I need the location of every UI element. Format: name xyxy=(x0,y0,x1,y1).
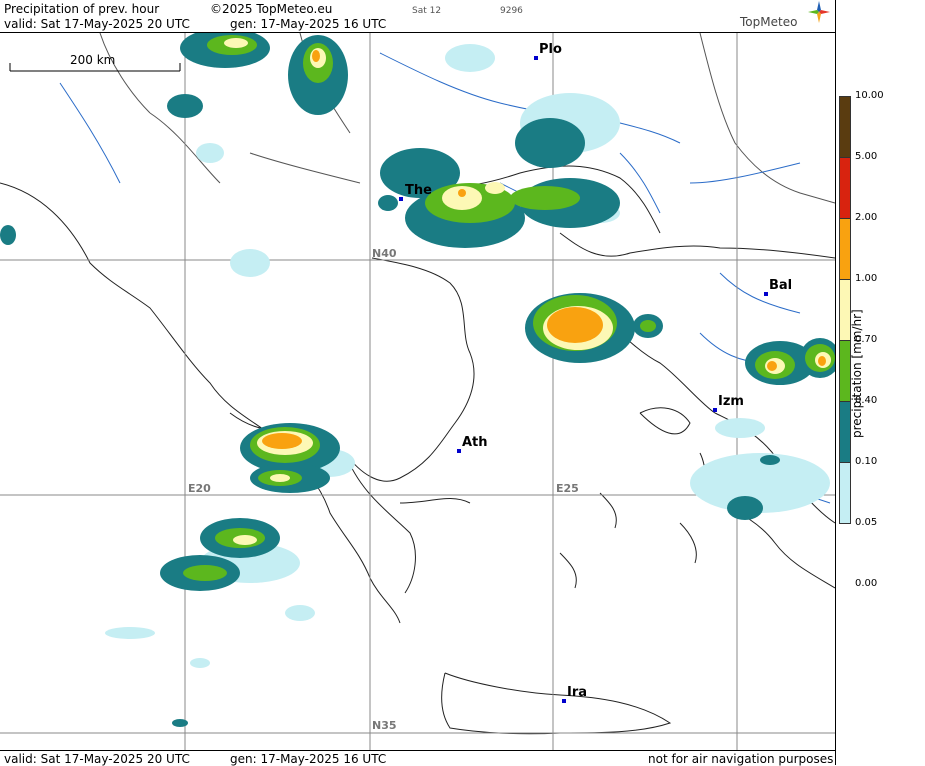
legend-tick: 5.00 xyxy=(855,151,878,162)
legend-swatch-10 xyxy=(839,96,851,158)
grid-label-e20: E20 xyxy=(188,482,211,495)
city-marker-plo xyxy=(534,56,538,60)
city-label-izm: Izm xyxy=(718,394,744,409)
grid-label-n35: N35 xyxy=(372,719,397,732)
compass-logo-icon xyxy=(808,1,830,23)
city-label-ath: Ath xyxy=(462,435,488,450)
city-label-plo: Plo xyxy=(539,42,562,57)
city-label-the: The xyxy=(405,183,432,198)
city-marker-ath xyxy=(457,449,461,453)
legend-swatch-2 xyxy=(839,218,851,280)
scale-label: 200 km xyxy=(70,53,116,67)
legend-tick: 0.05 xyxy=(855,517,878,528)
legend-swatch-01 xyxy=(839,462,851,524)
city-label-bal: Bal xyxy=(769,278,793,293)
valid-time: valid: Sat 17-May-2025 20 UTC xyxy=(4,17,190,31)
city-marker-izm xyxy=(713,408,717,412)
legend-tick: 10.00 xyxy=(855,90,884,101)
precip-layer xyxy=(0,33,835,727)
city-marker-bal xyxy=(764,292,768,296)
city-marker-the xyxy=(399,197,403,201)
legend-tick: 0.10 xyxy=(855,456,878,467)
generated-time: gen: 17-May-2025 16 UTC xyxy=(230,17,387,31)
legend-tick: 2.00 xyxy=(855,212,878,223)
header-small-number: 9296 xyxy=(500,6,523,16)
legend-swatch-5 xyxy=(839,157,851,219)
precipitation-map[interactable]: 200 km N40 N35 E20 E25 Plo The Bal Izm A… xyxy=(0,33,835,750)
footer-generated-time: gen: 17-May-2025 16 UTC xyxy=(230,752,387,766)
header-small-label: Sat 12 xyxy=(412,6,442,16)
legend-tick: 1.00 xyxy=(855,273,878,284)
footer-valid-time: valid: Sat 17-May-2025 20 UTC xyxy=(4,752,190,766)
legend-unit-label: precipitation [mm/hr] xyxy=(850,309,864,438)
copyright-text: ©2025 TopMeteo.eu xyxy=(210,2,333,16)
footer-bar: valid: Sat 17-May-2025 20 UTC gen: 17-Ma… xyxy=(0,750,835,766)
legend-tick: 0.00 xyxy=(855,578,878,589)
precip-legend: 10.00 5.00 2.00 1.00 0.70 0.40 0.10 0.05… xyxy=(835,0,925,765)
city-label-ira: Ira xyxy=(567,685,588,700)
city-marker-ira xyxy=(562,699,566,703)
map-canvas xyxy=(0,33,835,750)
topmeteo-logo: TopMeteo xyxy=(740,15,798,29)
navigation-disclaimer: not for air navigation purposes xyxy=(648,752,834,766)
map-title: Precipitation of prev. hour xyxy=(4,2,160,16)
header-bar: Precipitation of prev. hour ©2025 TopMet… xyxy=(0,0,835,33)
grid-label-e25: E25 xyxy=(556,482,579,495)
grid-label-n40: N40 xyxy=(372,247,397,260)
